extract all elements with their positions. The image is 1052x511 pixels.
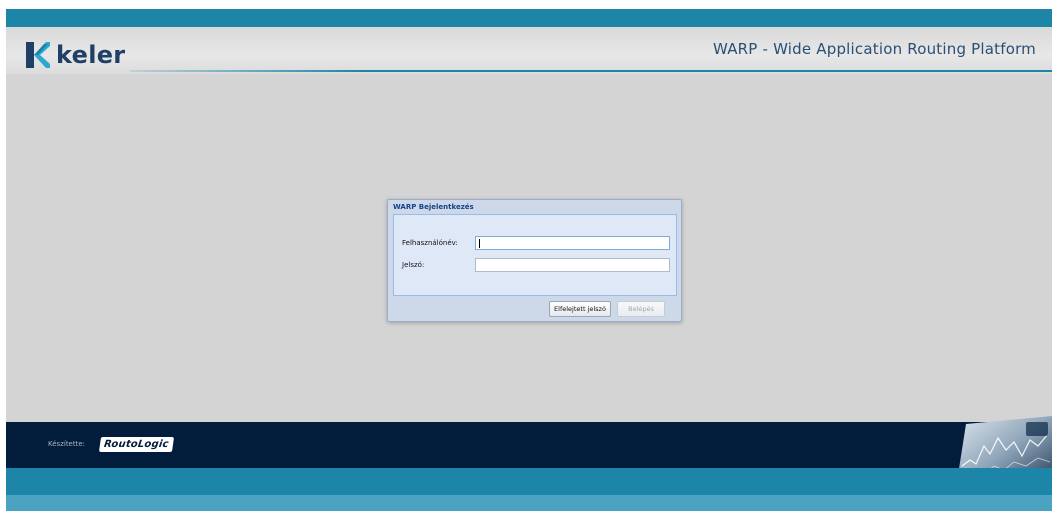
made-by-label: Készítette:: [48, 440, 86, 448]
keler-k-logo-icon: [26, 42, 50, 68]
login-button[interactable]: Belépés: [617, 301, 665, 317]
top-accent-bar: [6, 9, 1052, 27]
username-label: Felhasználónév:: [402, 239, 458, 247]
brand-name: keler: [56, 41, 126, 69]
password-input[interactable]: [475, 258, 670, 272]
text-caret: [479, 239, 480, 248]
footer: Készítette: RoutoLogic: [6, 416, 1052, 488]
header-divider: [130, 70, 1052, 72]
brand-logo: keler: [24, 38, 125, 72]
bottom-accent-bar: [6, 468, 1052, 495]
bottom-light-bar: [6, 495, 1052, 511]
routologic-logo: RoutoLogic: [98, 437, 174, 452]
login-dialog-title: WARP Bejelentkezés: [393, 203, 474, 211]
username-input[interactable]: [475, 236, 670, 250]
login-form: Felhasználónév: Jelszó:: [393, 214, 677, 296]
forgot-password-button[interactable]: Elfelejtett jelszó: [549, 301, 611, 317]
login-dialog: WARP Bejelentkezés Felhasználónév: Jelsz…: [387, 199, 682, 322]
password-label: Jelszó:: [402, 261, 425, 269]
app-title: WARP - Wide Application Routing Platform: [713, 40, 1036, 58]
